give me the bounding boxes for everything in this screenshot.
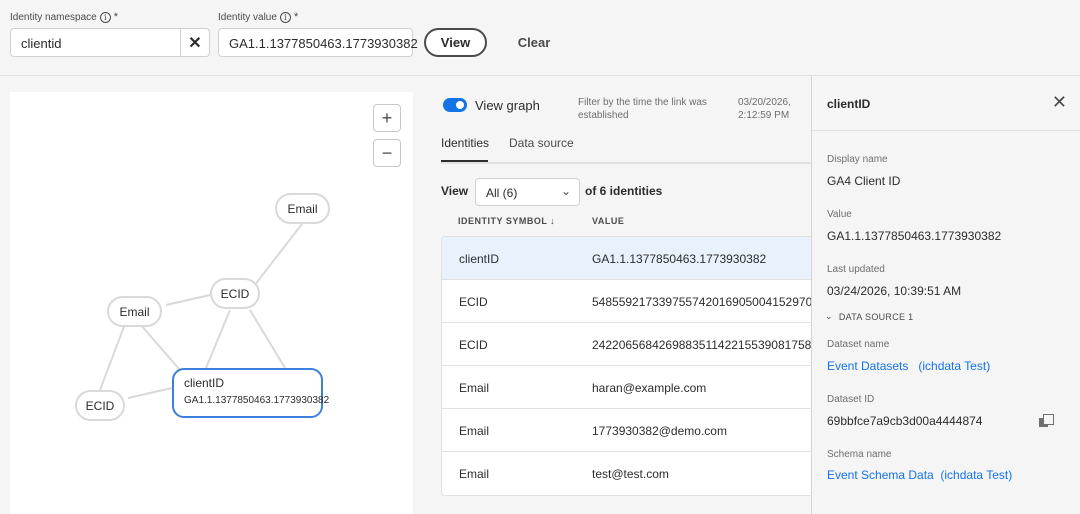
value-label: Value <box>827 209 852 220</box>
table-row[interactable]: Email 1773930382@demo.com <box>442 409 820 452</box>
identity-value-input[interactable]: GA1.1.1377850463.1773930382 <box>218 28 418 57</box>
required-asterisk: * <box>293 11 299 23</box>
copy-icon[interactable] <box>1039 414 1054 428</box>
view-label: View <box>441 184 469 198</box>
edge-ecid-client-3 <box>127 387 173 399</box>
edge-ecid-client-2 <box>249 309 286 369</box>
close-icon[interactable]: ✕ <box>1052 92 1067 113</box>
view-graph-label: View graph <box>475 98 540 113</box>
node-value: GA1.1.1377850463.1773930382 <box>184 395 330 406</box>
schema-name-label: Schema name <box>827 449 892 460</box>
dataset-id-value: 69bbfce7a9cb3d00a4444874 <box>827 414 983 428</box>
panel-header: clientID ✕ <box>812 76 1080 131</box>
table-row[interactable]: Email test@test.com <box>442 452 820 495</box>
filter-description: Filter by the time the link was establis… <box>578 97 707 121</box>
info-icon[interactable]: i <box>279 11 291 23</box>
graph-edges <box>99 223 303 399</box>
chevron-down-icon: ⌄ <box>560 184 571 198</box>
identities-filter-select[interactable]: All (6) ⌄ <box>475 178 580 206</box>
edge-email-ecid-left <box>165 294 211 306</box>
required-asterisk: * <box>113 11 118 23</box>
table-row[interactable]: ECID 24220656842698835114221553908175802… <box>442 323 820 366</box>
graph-node-ecid[interactable]: ECID <box>75 390 125 421</box>
clear-button[interactable]: Clear <box>510 28 558 57</box>
dataset-name-link[interactable]: Event Datasets (ichdata Test) <box>827 359 990 373</box>
panel-title: clientID <box>827 97 871 111</box>
value-label: Identity value i * <box>218 11 299 23</box>
identity-count: of 6 identities <box>585 184 663 198</box>
graph-node-ecid[interactable]: ECID <box>210 278 260 309</box>
dataset-id-label: Dataset ID <box>827 394 875 405</box>
info-icon[interactable]: i <box>99 11 111 23</box>
chevron-down-icon: ⌄ <box>825 311 833 321</box>
detail-tabs: Identities Data source <box>441 130 811 164</box>
table-row[interactable]: Email haran@example.com <box>442 366 820 409</box>
data-source-toggle[interactable]: ⌄ DATA SOURCE 1 <box>825 311 913 322</box>
graph-node-clientid-selected[interactable]: clientID GA1.1.1377850463.1773930382 <box>172 368 330 418</box>
edge-ecid-client <box>205 309 231 369</box>
identity-detail-panel: clientID ✕ Display name GA4 Client ID Va… <box>811 76 1080 514</box>
display-name-value: GA4 Client ID <box>827 174 901 188</box>
table-row[interactable]: clientID GA1.1.1377850463.1773930382 <box>442 237 820 280</box>
identities-table: clientID GA1.1.1377850463.1773930382 ECI… <box>441 236 821 496</box>
clear-namespace-button[interactable]: ✕ <box>180 28 210 57</box>
identity-graph[interactable]: + − Email ECID Email ECID clientID GA1.1… <box>10 92 413 514</box>
zoom-out-button[interactable]: − <box>373 139 401 167</box>
namespace-label: Identity namespace i * <box>10 11 118 23</box>
zoom-in-button[interactable]: + <box>373 104 401 132</box>
table-row[interactable]: ECID 54855921733975574201690500415297052… <box>442 280 820 323</box>
namespace-input[interactable]: clientid <box>10 28 181 57</box>
value-value: GA1.1.1377850463.1773930382 <box>827 229 1002 243</box>
column-header-value: VALUE <box>592 216 625 226</box>
filter-date[interactable]: 03/20/2026, 2:12:59 PM <box>738 96 808 122</box>
tab-identities[interactable]: Identities <box>441 136 489 162</box>
tab-data-source[interactable]: Data source <box>509 136 574 150</box>
graph-node-email[interactable]: Email <box>275 193 330 224</box>
graph-node-email[interactable]: Email <box>107 296 162 327</box>
schema-name-link[interactable]: Event Schema Data (ichdata Test) <box>827 468 1012 482</box>
display-name-label: Display name <box>827 154 888 165</box>
edge-email-ecid-bottom <box>99 323 126 391</box>
dataset-name-label: Dataset name <box>827 339 890 350</box>
view-graph-toggle[interactable] <box>443 98 467 112</box>
last-updated-value: 03/24/2026, 10:39:51 AM <box>827 284 962 298</box>
column-header-symbol[interactable]: IDENTITY SYMBOL ↓ <box>458 216 555 226</box>
identity-search-bar: Identity namespace i * clientid ✕ Identi… <box>0 0 1080 76</box>
edge-email-client <box>139 323 181 371</box>
node-title: clientID <box>184 376 225 390</box>
view-button[interactable]: View <box>424 28 487 57</box>
last-updated-label: Last updated <box>827 264 885 275</box>
